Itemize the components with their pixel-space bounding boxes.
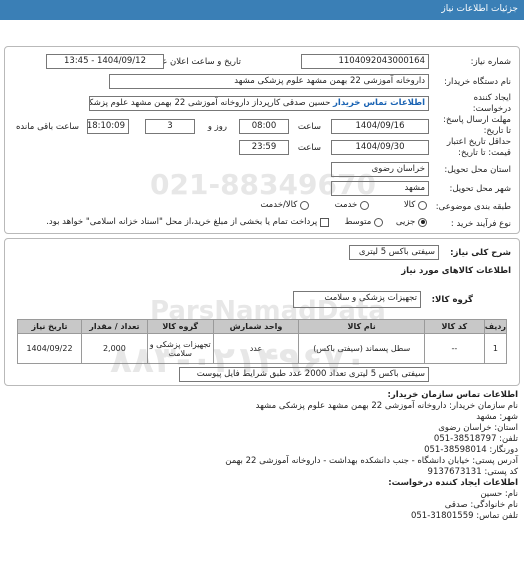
- contact-postal: کد پستی: 9137673131: [427, 467, 518, 477]
- contact-section: اطلاعات تماس سازمان خریدار: نام سازمان خ…: [0, 388, 524, 576]
- buyer-label: نام دستگاه خریدار:: [444, 77, 511, 87]
- contact-phone: تلفن: 38518797-051: [433, 434, 518, 444]
- creator-info-heading: اطلاعات ایجاد کننده درخواست:: [388, 478, 518, 488]
- goods-table: ردیف کد کالا نام کالا واحد شمارش گروه کا…: [17, 319, 508, 364]
- validity-date-field: 1404/09/30: [331, 140, 429, 155]
- deadline-time-label: ساعت: [297, 122, 321, 132]
- contact-org: نام سازمان خریدار: داروخانه آموزشی 22 به…: [255, 401, 518, 411]
- need-number-field: 1104092043000164: [301, 54, 429, 69]
- category-option-both[interactable]: کالا/خدمت: [260, 200, 309, 211]
- creator-field: اطلاعات تماس خریدار حسین صدقی کارپرداز د…: [89, 96, 429, 111]
- creator-first-name: نام: حسین: [480, 489, 518, 499]
- process-label: نوع فرآیند خرید :: [450, 219, 511, 229]
- desc-label: شرح کلی نیاز:: [450, 248, 511, 258]
- col-code: کد کالا: [423, 319, 485, 334]
- treasury-checkbox-option[interactable]: پرداخت تمام یا بخشی از مبلغ خرید،از محل …: [46, 217, 329, 228]
- deadline-label-line1: مهلت ارسال پاسخ:: [443, 115, 511, 125]
- process-radio-minor[interactable]: [418, 217, 427, 227]
- cell-unit: عدد: [212, 333, 300, 364]
- col-unit: واحد شمارش: [212, 319, 300, 334]
- category-radio-both[interactable]: [300, 200, 309, 210]
- process-option-medium[interactable]: متوسط: [345, 217, 383, 228]
- cell-row: 1: [483, 333, 508, 364]
- buyer-contact-link[interactable]: اطلاعات تماس خریدار: [333, 98, 425, 108]
- contact-address: آدرس پستی: خیابان دانشگاه - جنب دانشکده …: [225, 456, 518, 466]
- treasury-checkbox[interactable]: [320, 217, 329, 227]
- page-title: جزئیات اطلاعات نیاز: [0, 0, 524, 20]
- remaining-time-field: 18:10:09: [87, 119, 129, 134]
- contact-heading: اطلاعات تماس سازمان خریدار:: [387, 390, 518, 400]
- cell-code: --: [423, 333, 485, 364]
- creator-label-line1: ایجاد کننده: [473, 93, 511, 103]
- need-number-label: شماره نیاز:: [470, 57, 511, 67]
- category-option-goods[interactable]: کالا: [404, 200, 427, 211]
- validity-time-field: 23:59: [239, 140, 289, 155]
- cell-date: 1404/09/22: [17, 333, 82, 364]
- process-option-medium-label: متوسط: [344, 217, 372, 227]
- process-radio-medium[interactable]: [374, 217, 383, 227]
- category-radio-service[interactable]: [360, 200, 369, 210]
- cell-group: تجهیزات پزشکی و سلامت: [146, 333, 214, 364]
- table-row: 1 -- سطل پسماند (سیفتی باکس) عدد تجهیزات…: [17, 333, 508, 364]
- deadline-date-field: 1404/09/16: [331, 119, 429, 134]
- province-field: خراسان رضوی: [331, 162, 429, 177]
- city-field: مشهد: [331, 181, 429, 196]
- need-info-panel: شماره نیاز: 1104092043000164 تاریخ و ساع…: [4, 46, 520, 234]
- deadline-time-field: 08:00: [239, 119, 289, 134]
- contact-fax: دورنگار: 38598014-051: [424, 445, 518, 455]
- announce-field: 1404/09/12 - 13:45: [46, 54, 164, 69]
- deadline-label-line2: تا تاریخ:: [483, 126, 511, 136]
- col-date: تاریخ نیاز: [17, 319, 82, 334]
- desc-field: سیفتی باکس 5 لیتری: [349, 245, 439, 260]
- validity-label-line1: حداقل تاریخ اعتبار: [446, 137, 511, 147]
- category-radio-goods[interactable]: [418, 200, 427, 210]
- validity-label-line2: قیمت: تا تاریخ:: [458, 148, 511, 158]
- group-label: گروه کالا:: [431, 295, 473, 305]
- contact-city: شهر: مشهد: [476, 412, 518, 422]
- cell-qty: 2,000: [80, 333, 148, 364]
- goods-table-header: ردیف کد کالا نام کالا واحد شمارش گروه کا…: [17, 319, 508, 334]
- summary-panel: شرح کلی نیاز: سیفتی باکس 5 لیتری اطلاعات…: [4, 238, 520, 386]
- category-option-service[interactable]: خدمت: [335, 200, 369, 211]
- group-field: تجهیزات پزشکی و سلامت: [293, 291, 421, 308]
- days-label: روز و: [207, 122, 227, 132]
- province-label: استان محل تحویل:: [444, 165, 511, 175]
- days-field: 3: [145, 119, 195, 134]
- buyer-field: داروخانه آموزشی 22 بهمن مشهد علوم پزشکی …: [109, 74, 429, 89]
- creator-phone: تلفن تماس: 31801559-051: [410, 511, 518, 521]
- cell-name: سطل پسماند (سیفتی باکس): [298, 333, 425, 364]
- process-option-minor[interactable]: جزیی: [396, 217, 427, 228]
- creator-label: ایجاد کننده درخواست:: [473, 93, 511, 115]
- category-option-both-label: کالا/خدمت: [260, 200, 298, 210]
- remaining-label: ساعت باقی مانده: [15, 122, 79, 132]
- col-row: ردیف: [483, 319, 508, 334]
- category-option-goods-label: کالا: [403, 200, 416, 210]
- validity-label: حداقل تاریخ اعتبار قیمت: تا تاریخ:: [447, 137, 511, 159]
- category-option-service-label: خدمت: [334, 200, 358, 210]
- deadline-label: مهلت ارسال پاسخ: تا تاریخ:: [443, 115, 511, 137]
- col-name: نام کالا: [298, 319, 425, 334]
- category-label: طبقه بندی موضوعی:: [435, 202, 511, 212]
- creator-value: حسین صدقی کارپرداز داروخانه آموزشی 22 به…: [89, 98, 331, 108]
- process-option-minor-label: جزیی: [395, 217, 416, 227]
- goods-heading: اطلاعات کالاهای مورد نیاز: [401, 266, 511, 276]
- buyer-note-field: سیفتی باکس 5 لیتری تعداد 2000 عدد طبق شر…: [179, 367, 429, 382]
- creator-last-name: نام خانوادگی: صدقی: [444, 500, 518, 510]
- contact-province: استان: خراسان رضوی: [438, 423, 518, 433]
- col-qty: تعداد / مقدار: [80, 319, 148, 334]
- col-group: گروه کالا: [146, 319, 214, 334]
- city-label: شهر محل تحویل:: [449, 184, 511, 194]
- validity-time-label: ساعت: [297, 143, 321, 153]
- creator-label-line2: درخواست:: [472, 104, 511, 114]
- treasury-note: پرداخت تمام یا بخشی از مبلغ خرید،از محل …: [46, 217, 318, 227]
